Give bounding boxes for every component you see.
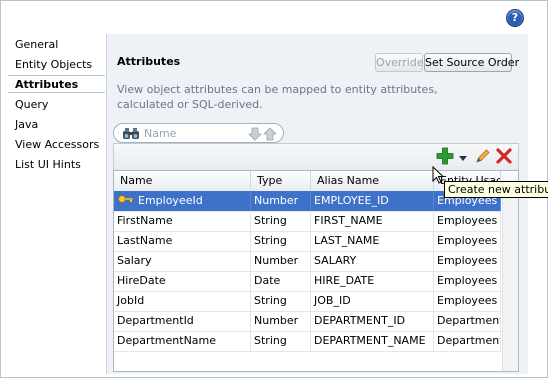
binoculars-icon[interactable] <box>122 127 140 143</box>
cell-usage: Employees <box>434 271 501 291</box>
cell-name: HireDate <box>114 271 251 291</box>
nav-item-query[interactable]: Query <box>15 96 48 114</box>
cell-usage: Employees <box>434 231 501 251</box>
pencil-icon[interactable] <box>474 147 492 168</box>
cell-type: String <box>251 211 311 231</box>
cell-type: Date <box>251 271 311 291</box>
nav-item-java[interactable]: Java <box>15 116 38 134</box>
table-row[interactable]: DepartmentName String DEPARTMENT_NAME De… <box>114 331 501 352</box>
cell-type: String <box>251 291 311 311</box>
panel-description: View object attributes can be mapped to … <box>117 83 438 111</box>
table-row[interactable]: Salary Number SALARY Employees <box>114 251 501 272</box>
table-row[interactable]: JobId String JOB_ID Employees <box>114 291 501 312</box>
cell-usage: Departments <box>434 331 501 351</box>
search-field[interactable]: Name <box>113 123 284 143</box>
column-header-type[interactable]: Type <box>251 171 311 191</box>
table-row[interactable]: HireDate Date HIRE_DATE Employees <box>114 271 501 292</box>
cell-alias: DEPARTMENT_NAME <box>311 331 434 351</box>
cell-name: LastName <box>114 231 251 251</box>
cell-name: EmployeeId <box>114 191 251 211</box>
cell-alias: HIRE_DATE <box>311 271 434 291</box>
mouse-pointer-icon <box>432 165 445 187</box>
navigation-list: General Entity Objects Attributes Query … <box>8 34 105 374</box>
set-source-order-button[interactable]: Set Source Order <box>424 53 519 72</box>
table-row[interactable]: EmployeeId Number EMPLOYEE_ID Employees <box>114 191 501 212</box>
table-row[interactable]: LastName String LAST_NAME Employees <box>114 231 501 252</box>
cell-type: String <box>251 331 311 351</box>
table-toolbar <box>113 143 519 170</box>
column-header-name[interactable]: Name <box>114 171 251 191</box>
search-input[interactable]: Name <box>144 127 176 140</box>
chevron-down-icon[interactable] <box>459 152 467 165</box>
cell-type: String <box>251 231 311 251</box>
tooltip: Create new attribute <box>444 181 548 198</box>
dialog-header: ? <box>1 1 547 31</box>
attributes-panel: Attributes Override Set Source Order Vie… <box>106 34 528 374</box>
help-icon[interactable]: ? <box>506 9 524 27</box>
cell-alias: EMPLOYEE_ID <box>311 191 434 211</box>
cell-name: DepartmentName <box>114 331 251 351</box>
page-title: Attributes <box>117 55 181 68</box>
cell-type: Number <box>251 251 311 271</box>
cell-name: Salary <box>114 251 251 271</box>
cell-alias: FIRST_NAME <box>311 211 434 231</box>
search-arrows-icon <box>248 127 277 141</box>
plus-icon[interactable] <box>436 147 454 168</box>
cell-usage: Employees <box>434 251 501 271</box>
column-header-alias-name[interactable]: Alias Name <box>311 171 434 191</box>
key-icon <box>118 191 134 211</box>
cell-name: FirstName <box>114 211 251 231</box>
table-row[interactable]: DepartmentId Number DEPARTMENT_ID Depart… <box>114 311 501 332</box>
search-navigation <box>248 126 280 144</box>
cell-usage: Employees <box>434 291 501 311</box>
table-scrollbar[interactable] <box>502 191 518 371</box>
cell-name: JobId <box>114 291 251 311</box>
cell-usage: Departments <box>434 311 501 331</box>
nav-item-general[interactable]: General <box>15 36 58 54</box>
cell-name: DepartmentId <box>114 311 251 331</box>
cell-alias: SALARY <box>311 251 434 271</box>
attributes-table: Name Type Alias Name Entity Usage Employ… <box>113 170 519 372</box>
cell-alias: DEPARTMENT_ID <box>311 311 434 331</box>
delete-x-icon[interactable] <box>495 147 513 168</box>
cell-alias: JOB_ID <box>311 291 434 311</box>
nav-item-attributes[interactable]: Attributes <box>8 75 105 93</box>
cell-alias: LAST_NAME <box>311 231 434 251</box>
cell-type: Number <box>251 191 311 211</box>
cell-type: Number <box>251 311 311 331</box>
nav-item-list-ui-hints[interactable]: List UI Hints <box>15 156 81 174</box>
cell-usage: Employees <box>434 211 501 231</box>
override-button[interactable]: Override <box>375 53 424 72</box>
table-row[interactable]: FirstName String FIRST_NAME Employees <box>114 211 501 232</box>
nav-item-entity-objects[interactable]: Entity Objects <box>15 56 92 74</box>
nav-item-view-accessors[interactable]: View Accessors <box>15 136 99 154</box>
